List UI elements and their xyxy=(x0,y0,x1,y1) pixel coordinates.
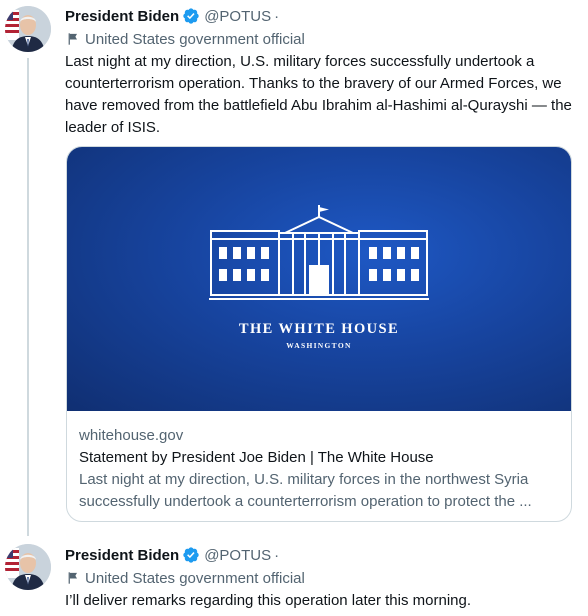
author-handle[interactable]: @POTUS xyxy=(204,8,271,25)
government-label[interactable]: United States government official xyxy=(65,28,576,50)
separator-dot: · xyxy=(274,546,280,564)
avatar[interactable] xyxy=(5,6,51,52)
card-image-subtitle: WASHINGTON xyxy=(286,341,352,350)
link-preview-card[interactable]: THE WHITE HOUSE WASHINGTON whitehouse.go… xyxy=(66,146,572,522)
separator-dot: · xyxy=(274,7,280,25)
author-handle[interactable]: @POTUS xyxy=(204,547,271,564)
card-image: THE WHITE HOUSE WASHINGTON xyxy=(67,147,571,411)
card-description: Last night at my direction, U.S. militar… xyxy=(79,471,532,510)
white-house-logo-icon xyxy=(209,205,429,300)
flag-icon xyxy=(68,572,78,584)
avatar[interactable] xyxy=(5,544,51,590)
verified-badge-icon xyxy=(183,547,199,563)
thread-connector-line xyxy=(27,58,29,536)
author-name[interactable]: President Biden xyxy=(65,547,179,564)
government-label[interactable]: United States government official xyxy=(65,567,576,589)
flag-icon xyxy=(68,33,78,45)
card-domain: whitehouse.gov xyxy=(79,427,184,444)
government-label-text: United States government official xyxy=(85,30,305,48)
verified-badge-icon xyxy=(183,8,199,24)
card-image-title: THE WHITE HOUSE xyxy=(238,321,400,337)
tweet-text: Last night at my direction, U.S. militar… xyxy=(65,53,572,136)
government-label-text: United States government official xyxy=(85,569,305,587)
card-title: Statement by President Joe Biden | The W… xyxy=(79,449,434,466)
author-name[interactable]: President Biden xyxy=(65,8,179,25)
tweet-text: I’ll deliver remarks regarding this oper… xyxy=(65,592,472,609)
